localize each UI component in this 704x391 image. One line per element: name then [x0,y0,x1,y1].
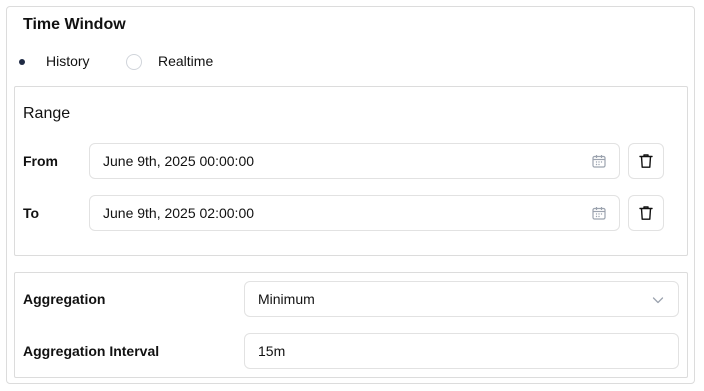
from-date-value: June 9th, 2025 00:00:00 [103,153,255,169]
chevron-down-icon [652,297,664,304]
to-date-input[interactable]: June 9th, 2025 02:00:00 [89,195,620,231]
clear-to-button[interactable] [628,195,664,231]
history-radio[interactable] [14,54,30,70]
to-date-value: June 9th, 2025 02:00:00 [103,205,255,221]
aggregation-interval-value: 15m [258,343,286,359]
from-date-input[interactable]: June 9th, 2025 00:00:00 [89,143,620,179]
trash-icon [639,154,653,168]
clear-from-button[interactable] [628,143,664,179]
aggregation-interval-input[interactable]: 15m [244,333,679,369]
realtime-radio[interactable] [126,54,142,70]
history-radio-label[interactable]: History [46,53,90,69]
aggregation-interval-label: Aggregation Interval [23,343,160,359]
aggregation-select[interactable]: Minimum [244,281,679,317]
range-title: Range [23,105,71,122]
calendar-icon[interactable] [592,206,606,220]
realtime-radio-label[interactable]: Realtime [158,53,213,69]
from-label: From [23,153,58,169]
aggregation-label: Aggregation [23,291,106,307]
trash-icon [639,206,653,220]
aggregation-selected-value: Minimum [258,291,315,307]
to-label: To [23,205,40,221]
panel-title: Time Window [23,16,126,33]
calendar-icon[interactable] [592,154,606,168]
